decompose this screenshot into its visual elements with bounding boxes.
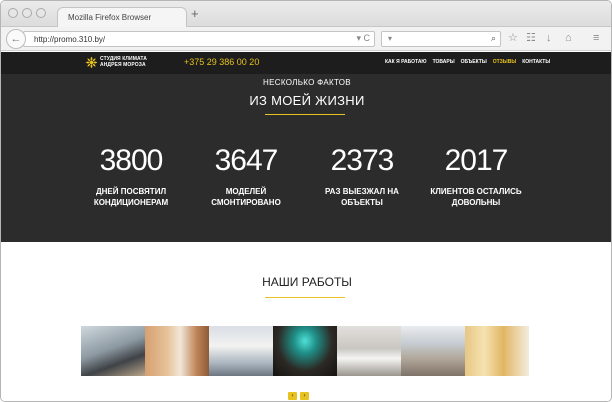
facts-title: ИЗ МОЕЙ ЖИЗНИ bbox=[249, 93, 365, 108]
facts-subtitle: НЕСКОЛЬКО ФАКТОВ bbox=[263, 78, 351, 87]
search-field[interactable]: ▾ ⌕ bbox=[381, 31, 501, 47]
stat-label-line-2: ОБЪЕКТЫ bbox=[341, 198, 383, 207]
download-icon[interactable]: ↓ bbox=[546, 32, 552, 44]
title-underline bbox=[265, 114, 345, 115]
stat-number: 2017 bbox=[444, 144, 509, 177]
stat-days: 3800 ДНЕЙ ПОСВЯТИЛ КОНДИЦИОНЕРАМ bbox=[76, 144, 186, 208]
stat-clients: 2017 КЛИЕНТОВ ОСТАЛИСЬ ДОВОЛЬНЫ bbox=[421, 144, 531, 208]
title-underline bbox=[265, 297, 345, 298]
search-icon[interactable]: ⌕ bbox=[491, 33, 496, 44]
star-icon[interactable]: ☆ bbox=[508, 32, 518, 44]
url-text: http://promo.310.by/ bbox=[34, 35, 106, 44]
gallery-photo[interactable] bbox=[337, 326, 401, 376]
stat-label-line-1: ДНЕЙ ПОСВЯТИЛ bbox=[95, 187, 167, 196]
logo-text[interactable]: СТУДИЯ КЛИМАТА АНДРЕЯ МОРОЗА bbox=[100, 56, 147, 68]
gallery-photo[interactable] bbox=[273, 326, 337, 376]
stat-label-line-2: ДОВОЛЬНЫ bbox=[451, 198, 501, 207]
stat-label-line-1: МОДЕЛЕЙ bbox=[225, 187, 267, 196]
site-header: СТУДИЯ КЛИМАТА АНДРЕЯ МОРОЗА +375 29 386… bbox=[1, 52, 611, 74]
facts-section: НЕСКОЛЬКО ФАКТОВ ИЗ МОЕЙ ЖИЗНИ 3800 ДНЕЙ… bbox=[1, 74, 611, 242]
stat-label: КЛИЕНТОВ ОСТАЛИСЬ ДОВОЛЬНЫ bbox=[421, 186, 531, 208]
menu-item-objects[interactable]: ОБЪЕКТЫ bbox=[461, 59, 487, 66]
browser-window: Mozilla Firefox Browser + http://promo.3… bbox=[0, 0, 612, 402]
reload-icon[interactable]: ▾ C bbox=[356, 33, 370, 44]
arrow-left-icon: ← bbox=[10, 33, 22, 45]
logo-line-2: АНДРЕЯ МОРОЗА bbox=[100, 62, 146, 68]
gallery-pager: ‹ › bbox=[288, 392, 309, 400]
chevron-left-icon[interactable]: ‹ bbox=[288, 392, 297, 400]
stat-number: 3800 bbox=[99, 144, 164, 177]
stat-label-line-2: СМОНТИРОВАНО bbox=[211, 198, 281, 207]
back-button[interactable]: ← bbox=[6, 29, 26, 49]
works-section: НАШИ РАБОТЫ ‹ › bbox=[1, 242, 611, 401]
gallery-photo[interactable] bbox=[145, 326, 209, 376]
title-bar: Mozilla Firefox Browser + bbox=[1, 1, 611, 28]
stat-label-line-1: КЛИЕНТОВ ОСТАЛИСЬ bbox=[430, 187, 522, 196]
tab-title: Mozilla Firefox Browser bbox=[68, 13, 152, 22]
menu-item-reviews[interactable]: ОТЗЫВЫ bbox=[493, 59, 516, 66]
close-window-button[interactable] bbox=[8, 8, 18, 18]
gallery-photo[interactable] bbox=[81, 326, 145, 376]
stat-number: 3647 bbox=[214, 144, 279, 177]
browser-tab[interactable]: Mozilla Firefox Browser bbox=[57, 7, 187, 28]
main-menu: КАК Я РАБОТАЮ ТОВАРЫ ОБЪЕКТЫ ОТЗЫВЫ КОНТ… bbox=[385, 59, 550, 66]
works-gallery bbox=[81, 326, 529, 376]
menu-icon[interactable]: ≡ bbox=[593, 32, 599, 44]
stat-visits: 2373 РАЗ ВЫЕЗЖАЛ НА ОБЪЕКТЫ bbox=[307, 144, 417, 208]
logo-icon[interactable] bbox=[85, 56, 98, 69]
zoom-window-button[interactable] bbox=[36, 8, 46, 18]
stat-label: ДНЕЙ ПОСВЯТИЛ КОНДИЦИОНЕРАМ bbox=[76, 186, 186, 208]
chevron-right-icon[interactable]: › bbox=[300, 392, 309, 400]
gallery-photo[interactable] bbox=[401, 326, 465, 376]
stat-label-line-2: КОНДИЦИОНЕРАМ bbox=[93, 198, 169, 207]
stat-label-line-1: РАЗ ВЫЕЗЖАЛ НА bbox=[325, 187, 399, 196]
stat-models: 3647 МОДЕЛЕЙ СМОНТИРОВАНО bbox=[191, 144, 301, 208]
home-icon[interactable]: ⌂ bbox=[565, 32, 572, 44]
stat-label: МОДЕЛЕЙ СМОНТИРОВАНО bbox=[191, 186, 301, 208]
menu-item-products[interactable]: ТОВАРЫ bbox=[433, 59, 455, 66]
minimize-window-button[interactable] bbox=[22, 8, 32, 18]
gallery-photo[interactable] bbox=[465, 326, 529, 376]
gallery-photo[interactable] bbox=[209, 326, 273, 376]
menu-item-contacts[interactable]: КОНТАКТЫ bbox=[522, 59, 550, 66]
navigation-toolbar: http://promo.310.by/ ▾ C ← ▾ ⌕ ☆ ☷ ↓ ⌂ ≡ bbox=[1, 27, 611, 51]
works-title: НАШИ РАБОТЫ bbox=[262, 275, 352, 289]
new-tab-button[interactable]: + bbox=[191, 7, 199, 20]
clipboard-icon[interactable]: ☷ bbox=[526, 32, 536, 44]
search-engine-dropdown[interactable]: ▾ bbox=[388, 34, 392, 43]
address-bar[interactable]: http://promo.310.by/ ▾ C bbox=[23, 31, 375, 47]
menu-item-how-i-work[interactable]: КАК Я РАБОТАЮ bbox=[385, 59, 427, 66]
stat-number: 2373 bbox=[330, 144, 395, 177]
phone-number[interactable]: +375 29 386 00 20 bbox=[184, 57, 259, 68]
stat-label: РАЗ ВЫЕЗЖАЛ НА ОБЪЕКТЫ bbox=[307, 186, 417, 208]
